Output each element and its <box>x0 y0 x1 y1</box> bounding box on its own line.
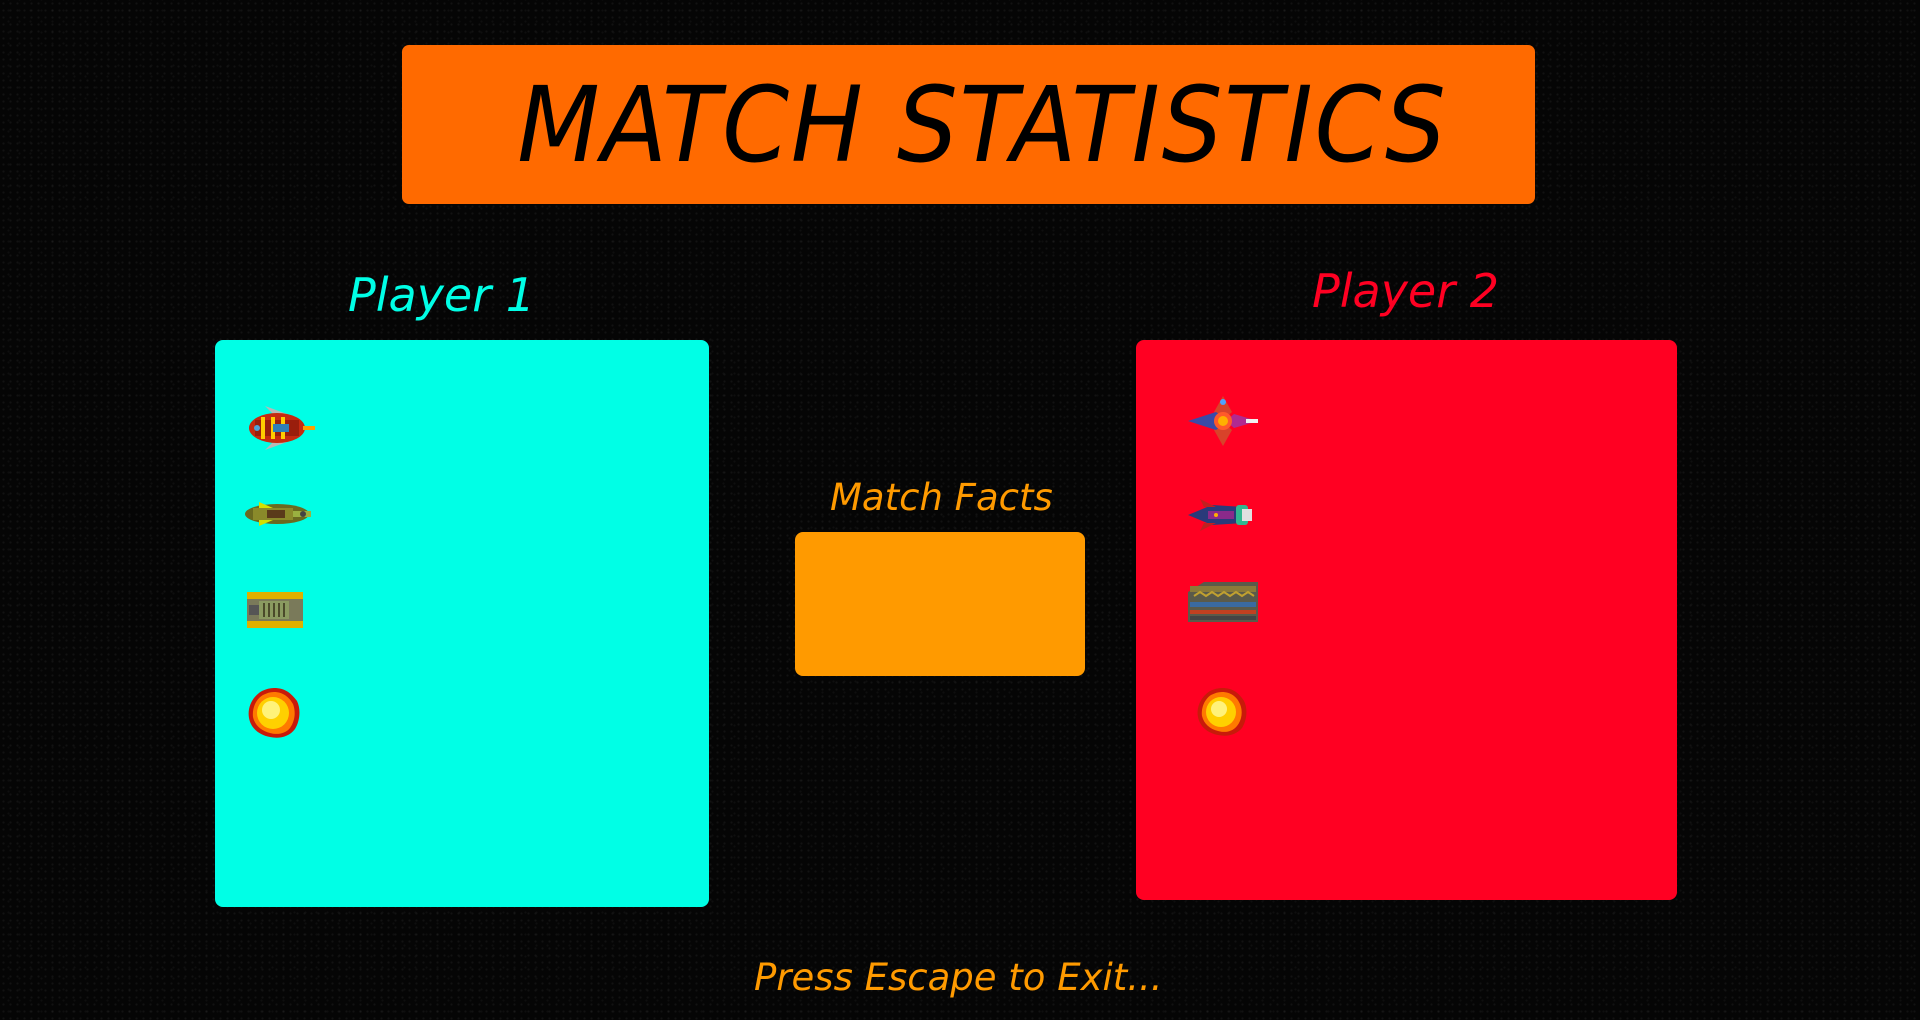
player-1-label: Player 1 <box>348 268 536 322</box>
explosion-icon <box>1197 688 1247 736</box>
ship-scout-icon <box>1188 499 1252 531</box>
tank-icon <box>247 592 303 628</box>
explosion-icon <box>248 688 300 738</box>
player-1-stats-panel <box>215 340 709 907</box>
page-title: MATCH STATISTICS <box>517 63 1448 186</box>
ship-fighter-icon <box>249 406 315 450</box>
match-facts-panel <box>795 532 1085 676</box>
player-2-stats-panel <box>1136 340 1677 900</box>
exit-hint: Press Escape to Exit... <box>754 956 1163 999</box>
match-facts-label: Match Facts <box>830 476 1053 519</box>
tank-icon <box>1188 582 1258 622</box>
player-2-label: Player 2 <box>1312 264 1500 318</box>
game-screen: MATCH STATISTICS Player 1 Match Facts Pl… <box>0 0 1920 1020</box>
title-banner: MATCH STATISTICS <box>402 45 1535 204</box>
ship-fighter-icon <box>1188 396 1258 446</box>
ship-scout-icon <box>245 502 311 526</box>
